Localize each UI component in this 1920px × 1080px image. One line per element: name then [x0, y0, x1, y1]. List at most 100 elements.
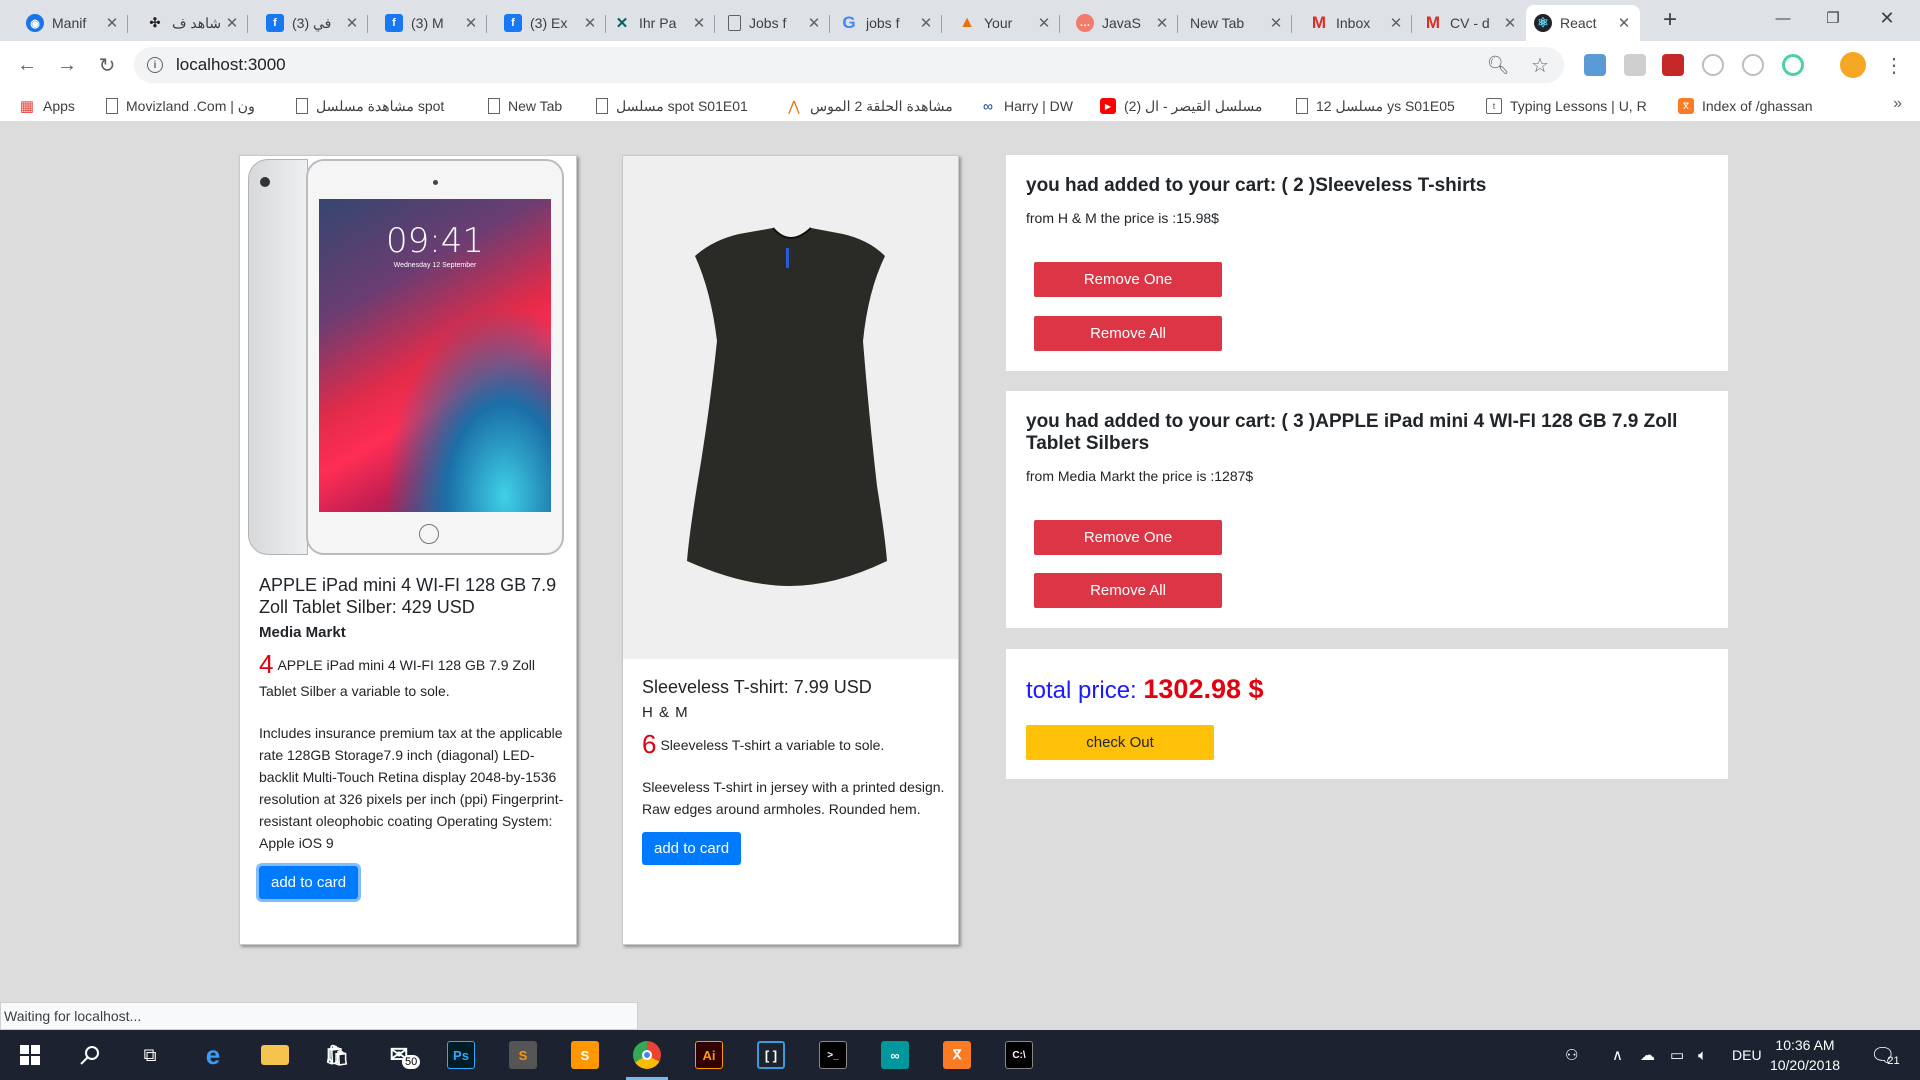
remove-one-button[interactable]: Remove One [1034, 520, 1222, 555]
address-bar[interactable]: i localhost:3000 🔍︎ ☆ [134, 47, 1564, 83]
url-text[interactable]: localhost:3000 [176, 55, 286, 75]
forward-arrow-icon[interactable]: → [53, 51, 81, 79]
close-icon[interactable]: ✕ [1154, 14, 1170, 32]
store-icon[interactable]: 🛍︎ [310, 1030, 364, 1080]
close-icon[interactable]: ✕ [463, 14, 479, 32]
remove-all-button[interactable]: Remove All [1034, 316, 1222, 351]
sublime-merge-icon[interactable]: S [496, 1030, 550, 1080]
battery-icon[interactable]: ▭ [1670, 1030, 1684, 1080]
bookmark-item[interactable]: مسلسل 12 ys S01E05 [1296, 95, 1466, 117]
tab-3[interactable]: f (3) M ✕ [377, 5, 487, 41]
ipad-date: Wednesday 12 September [393, 262, 477, 269]
photoshop-icon[interactable]: Ps [434, 1030, 488, 1080]
close-icon[interactable]: ✕ [1388, 14, 1404, 32]
maximize-icon[interactable]: ❐ [1810, 0, 1856, 36]
add-to-card-button[interactable]: add to card [259, 866, 359, 899]
close-icon[interactable]: ✕ [104, 14, 120, 32]
close-icon[interactable]: ✕ [1036, 14, 1052, 32]
tab-12[interactable]: M CV - d ✕ [1416, 5, 1526, 41]
close-icon[interactable]: ✕ [344, 14, 360, 32]
ipad-image: 09:41 Wednesday 12 September [246, 159, 570, 559]
menu-dots-icon[interactable]: ⋮ [1880, 51, 1908, 79]
minimize-icon[interactable]: — [1760, 0, 1806, 36]
tab-6[interactable]: Jobs f ✕ [720, 5, 830, 41]
close-window-icon[interactable]: ✕ [1864, 0, 1910, 36]
bookmark-item[interactable]: ▶ (2) مسلسل القيصر - ال [1100, 95, 1276, 117]
extension-h-icon[interactable] [1742, 54, 1764, 76]
close-icon[interactable]: ✕ [918, 14, 934, 32]
close-icon[interactable]: ✕ [1268, 14, 1284, 32]
close-icon[interactable]: ✕ [806, 14, 822, 32]
bookmark-apps[interactable]: ▦ Apps [19, 95, 75, 117]
terminal-icon[interactable]: >_ [806, 1030, 860, 1080]
remove-all-button[interactable]: Remove All [1034, 573, 1222, 608]
zoom-icon[interactable]: 🔍︎ [1480, 47, 1516, 83]
people-icon[interactable]: ⚇ [1565, 1030, 1578, 1080]
cart-item-price: from Media Markt the price is :1287$ [1026, 468, 1254, 484]
tab-9[interactable]: … JavaS ✕ [1068, 5, 1178, 41]
remove-one-button[interactable]: Remove One [1034, 262, 1222, 297]
tab-10[interactable]: New Tab ✕ [1182, 5, 1292, 41]
bookmark-star-icon[interactable]: ☆ [1522, 47, 1558, 83]
notifications-icon[interactable]: 🗨︎ 21 [1870, 1030, 1900, 1080]
bookmark-item[interactable]: مسلسل spot S01E01 [596, 95, 768, 117]
bookmark-item[interactable]: ⋀ مشاهدة الحلقة 2 الموس [786, 95, 961, 117]
tab-1[interactable]: ✣ شاهد ف ✕ [138, 5, 248, 41]
tab-13-active[interactable]: ⚛ React ✕ [1526, 5, 1640, 41]
new-tab-button[interactable]: + [1655, 5, 1685, 35]
chrome-icon[interactable] [620, 1030, 674, 1080]
chevron-up-icon[interactable]: ∧ [1612, 1030, 1623, 1080]
add-to-card-button[interactable]: add to card [642, 832, 742, 865]
tab-7[interactable]: G jobs f ✕ [832, 5, 942, 41]
check-out-button[interactable]: check Out [1026, 725, 1214, 760]
avatar[interactable] [1840, 52, 1866, 78]
status-bar: Waiting for localhost... [0, 1002, 638, 1030]
close-icon[interactable]: ✕ [691, 14, 707, 32]
arduino-icon[interactable]: ∞ [868, 1030, 922, 1080]
tab-0[interactable]: ◉ Manif ✕ [18, 5, 128, 41]
app-bracket-icon[interactable]: [ ] [744, 1030, 798, 1080]
extension-pdf-icon[interactable] [1624, 54, 1646, 76]
tab-5[interactable]: ✕ Ihr Pa ✕ [605, 5, 715, 41]
task-view-icon[interactable]: ⧉ [123, 1030, 177, 1080]
command-prompt-icon[interactable]: C:\ [992, 1030, 1046, 1080]
edge-icon[interactable]: e [186, 1030, 240, 1080]
tab-11[interactable]: M Inbox ✕ [1302, 5, 1412, 41]
bookmark-item[interactable]: Movizland .Com | ون [106, 95, 276, 117]
close-icon[interactable]: ✕ [582, 14, 598, 32]
tab-4[interactable]: f (3) Ex ✕ [496, 5, 606, 41]
bookmark-item[interactable]: ⴳ Index of /ghassan [1678, 95, 1813, 117]
sublime-text-icon[interactable]: S [558, 1030, 612, 1080]
tab-title: React [1560, 15, 1597, 31]
extension-circle-icon[interactable] [1702, 54, 1724, 76]
bookmark-item[interactable]: New Tab [488, 95, 562, 117]
gmail-icon: M [1425, 13, 1441, 32]
search-icon[interactable] [63, 1030, 117, 1080]
file-explorer-icon[interactable] [248, 1030, 302, 1080]
close-icon[interactable]: ✕ [224, 14, 240, 32]
cloud-icon[interactable]: ☁ [1640, 1030, 1655, 1080]
close-icon[interactable]: ✕ [1502, 14, 1518, 32]
close-icon[interactable]: ✕ [1616, 14, 1632, 32]
bookmark-item[interactable]: مشاهدة مسلسل spot [296, 95, 468, 117]
extension-green-icon[interactable] [1782, 54, 1804, 76]
product-qty-text: APPLE iPad mini 4 WI-FI 128 GB 7.9 Zoll … [259, 657, 536, 699]
xing-icon: ✕ [615, 15, 629, 32]
back-arrow-icon[interactable]: ← [13, 51, 41, 79]
windows-start-icon[interactable] [3, 1030, 57, 1080]
language-indicator[interactable]: DEU [1732, 1030, 1762, 1080]
illustrator-icon[interactable]: Ai [682, 1030, 736, 1080]
tab-2[interactable]: f (3) في ✕ [258, 5, 368, 41]
reload-icon[interactable]: ↻ [93, 51, 121, 79]
chevron-right-icon[interactable]: » [1893, 95, 1902, 113]
volume-icon[interactable]: 🔈︎ [1698, 1030, 1707, 1080]
info-icon[interactable]: i [147, 57, 163, 73]
clock[interactable]: 10:36 AM 10/20/2018 [1760, 1035, 1850, 1075]
tab-8[interactable]: ▲ Your ✕ [950, 5, 1060, 41]
bookmark-item[interactable]: ∞ Harry | DW [980, 95, 1073, 117]
mail-icon[interactable]: ✉ 50 [372, 1030, 426, 1080]
extension-eyedropper-icon[interactable] [1584, 54, 1606, 76]
extension-red-icon[interactable] [1662, 54, 1684, 76]
bookmark-item[interactable]: t Typing Lessons | U, R [1486, 95, 1658, 117]
xampp-icon[interactable]: ⴳ [930, 1030, 984, 1080]
